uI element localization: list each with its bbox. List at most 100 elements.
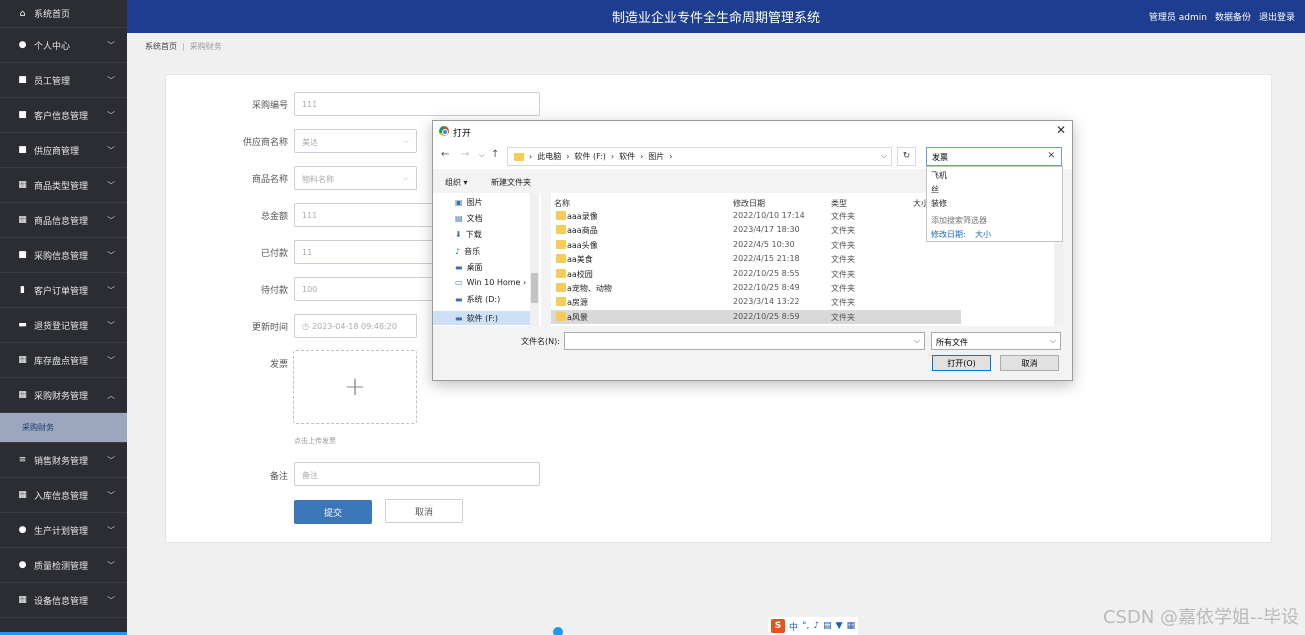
dialog-titlebar: 打开 ✕ <box>433 121 1072 143</box>
suggestion-item[interactable]: 装修 <box>931 198 947 209</box>
file-row[interactable]: a宠物、动物 2022/10/25 8:49 文件夹 <box>551 281 961 295</box>
file-row[interactable]: aaa录像 2022/10/10 17:14 文件夹 <box>551 209 961 223</box>
tree-item[interactable]: ▬ 软件 (F:) <box>433 311 530 325</box>
file-date: 2022/10/10 17:14 <box>733 211 805 220</box>
suggestion-item[interactable]: 丝 <box>931 184 939 195</box>
sidebar-item[interactable]: ▦ 商品类型管理 ﹀ <box>0 168 127 203</box>
tree-item-label: Win 10 Home › <box>466 278 527 287</box>
tree-item[interactable]: ⬇ 下载 <box>455 229 482 240</box>
path-segment[interactable]: 软件 <box>619 151 635 162</box>
shirt-icon[interactable]: ▼ <box>836 621 843 631</box>
sidebar-item[interactable]: ▬ 退货登记管理 ﹀ <box>0 308 127 343</box>
refresh-icon[interactable]: ↻ <box>897 147 916 166</box>
chevron-down-icon[interactable]: ⌵ <box>914 336 920 346</box>
sidebar-item-label: 质量检测管理 <box>34 561 89 572</box>
sidebar-item[interactable]: ■ 采购信息管理 ﹀ <box>0 238 127 273</box>
sidebar-item[interactable]: ■ 员工管理 ﹀ <box>0 63 127 98</box>
path-segment[interactable]: 此电脑 <box>537 151 561 162</box>
paid-input[interactable]: 11 <box>294 240 434 264</box>
sidebar-item[interactable]: ■ 供应商管理 ﹀ <box>0 133 127 168</box>
sidebar-item[interactable]: ≡ 销售财务管理 ﹀ <box>0 443 127 478</box>
toolbox-icon[interactable]: ▦ <box>847 621 856 631</box>
up-arrow-icon[interactable]: ↑ <box>491 149 499 160</box>
path-segment[interactable]: 软件 (F:) <box>574 151 605 162</box>
organize-menu[interactable]: 组织 ▾ <box>445 177 468 188</box>
keyboard-icon[interactable]: ▤ <box>823 621 832 631</box>
column-type[interactable]: 类型 <box>831 198 847 209</box>
cancel-button[interactable]: 取消 <box>385 499 463 523</box>
drive-icon: ▬ <box>455 313 463 323</box>
breadcrumb-home[interactable]: 系统首页 <box>145 42 177 51</box>
filename-input[interactable]: ⌵ <box>564 332 925 350</box>
scroll-indicator[interactable] <box>553 627 563 635</box>
sidebar-item[interactable]: ⌂ 系统首页 <box>0 0 127 28</box>
sidebar-item[interactable]: ● 生产计划管理 ﹀ <box>0 513 127 548</box>
search-suggestions: 飞机 丝 装修 添加搜索筛选器 修改日期: 大小 <box>926 166 1063 242</box>
sidebar-item[interactable]: ▦ 库存盘点管理 ﹀ <box>0 343 127 378</box>
ime-toolbar[interactable]: S 中 °, ♪ ▤ ▼ ▦ <box>768 617 859 635</box>
chat-icon: ■ <box>18 145 27 155</box>
close-icon[interactable]: ✕ <box>1056 123 1066 137</box>
tree-item[interactable]: ▭ Win 10 Home › <box>455 278 526 287</box>
address-bar[interactable]: › 此电脑 › 软件 (F:) › 软件 › 图片 › ⌵ <box>507 147 892 166</box>
dialog-cancel-button[interactable]: 取消 <box>1000 355 1059 371</box>
filter-size-link[interactable]: 大小 <box>975 229 991 240</box>
ime-mode[interactable]: 中 <box>789 620 798 633</box>
supplier-select[interactable]: 美达 ⌵ <box>294 129 417 153</box>
clear-icon[interactable]: ✕ <box>1047 151 1055 161</box>
file-row[interactable]: aa美食 2022/4/15 21:18 文件夹 <box>551 252 961 266</box>
purchase-no-input[interactable]: 111 <box>294 92 540 116</box>
file-row[interactable]: aa校园 2022/10/25 8:55 文件夹 <box>551 267 961 281</box>
clipboard-icon: ■ <box>18 75 27 85</box>
remark-input[interactable]: 备注 <box>294 462 540 486</box>
tree-item[interactable]: ♪ 音乐 <box>455 246 480 257</box>
tree-item[interactable]: ▬ 桌面 <box>455 262 483 273</box>
sidebar-subitem-purchase-finance[interactable]: 采购财务 <box>0 413 127 443</box>
new-folder-button[interactable]: 新建文件夹 <box>491 177 531 188</box>
total-input[interactable]: 111 <box>294 203 434 227</box>
search-input[interactable]: 发票 ✕ <box>926 147 1062 166</box>
chevron-down-icon[interactable]: ⌵ <box>881 151 887 161</box>
file-row[interactable]: aaa商品 2023/4/17 18:30 文件夹 <box>551 223 961 237</box>
file-name: aa校园 <box>567 269 593 279</box>
filter-date-link[interactable]: 修改日期: <box>931 229 966 240</box>
sidebar-item[interactable]: ▦ 商品信息管理 ﹀ <box>0 203 127 238</box>
punctuation-icon[interactable]: °, <box>802 621 809 631</box>
backup-link[interactable]: 数据备份 <box>1215 10 1251 23</box>
tree-item-label: 下载 <box>465 230 482 239</box>
logout-link[interactable]: 退出登录 <box>1259 10 1295 23</box>
file-row[interactable]: aaa头像 2022/4/5 10:30 文件夹 <box>551 238 961 252</box>
forward-arrow-icon[interactable]: → <box>461 149 469 160</box>
suggestion-item[interactable]: 飞机 <box>931 170 947 181</box>
sidebar-item[interactable]: ▦ 采购财务管理 ︿ <box>0 378 127 413</box>
back-arrow-icon[interactable]: ← <box>441 149 449 160</box>
folder-icon <box>556 254 566 264</box>
sidebar-item[interactable]: ▦ 入库信息管理 ﹀ <box>0 478 127 513</box>
tree-item[interactable]: ▬ 系统 (D:) <box>455 294 500 305</box>
filetype-select[interactable]: 所有文件 ⌵ <box>931 332 1061 350</box>
file-row[interactable]: a风景 2022/10/25 8:59 文件夹 <box>551 309 961 324</box>
open-button[interactable]: 打开(O) <box>932 355 991 371</box>
tree-item[interactable]: ▣ 图片 <box>455 197 483 208</box>
microphone-icon[interactable]: ♪ <box>813 621 819 631</box>
sogou-icon: S <box>771 619 785 633</box>
submit-button[interactable]: 提交 <box>294 500 372 524</box>
plus-icon: + <box>344 372 366 402</box>
updated-datetime[interactable]: ◷ 2023-04-18 09:48:20 <box>294 314 417 338</box>
path-segment[interactable]: 图片 <box>648 151 664 162</box>
recent-chevron-icon[interactable]: ⌵ <box>479 151 484 160</box>
sidebar-item[interactable]: ● 个人中心 ﹀ <box>0 28 127 63</box>
sidebar-item-label: 生产计划管理 <box>34 526 89 537</box>
pending-input[interactable]: 100 <box>294 277 434 301</box>
sidebar-item[interactable]: ● 质量检测管理 ﹀ <box>0 548 127 583</box>
tree-scrollbar[interactable] <box>530 193 539 326</box>
column-name[interactable]: 名称 <box>554 198 570 209</box>
sidebar-item[interactable]: ▮ 客户订单管理 ﹀ <box>0 273 127 308</box>
invoice-upload[interactable]: + <box>293 350 417 424</box>
tree-item[interactable]: ▤ 文档 <box>455 213 483 224</box>
column-date[interactable]: 修改日期 <box>733 198 765 209</box>
sidebar-item[interactable]: ■ 客户信息管理 ﹀ <box>0 98 127 133</box>
sidebar-item[interactable]: ▦ 设备信息管理 ﹀ <box>0 583 127 618</box>
product-select[interactable]: 物料名称 ⌵ <box>294 166 417 190</box>
file-row[interactable]: a房源 2023/3/14 13:22 文件夹 <box>551 295 961 309</box>
